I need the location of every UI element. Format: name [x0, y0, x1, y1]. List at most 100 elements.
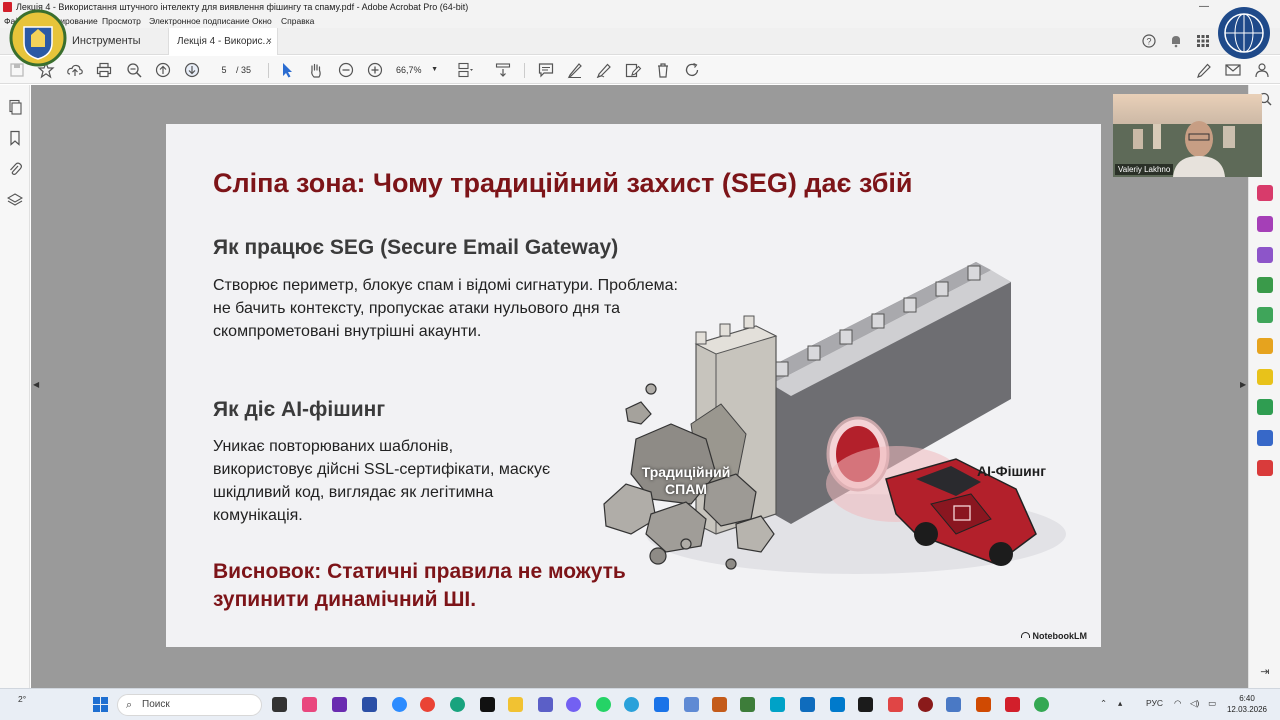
attachment-icon[interactable]: [7, 161, 23, 177]
user-share-icon[interactable]: [1253, 61, 1271, 79]
chrome-profile-icon[interactable]: [1034, 697, 1049, 712]
tabs-row: Инструменты Лекція 4 - Викорис... × ?: [0, 28, 1280, 55]
app-dark-icon[interactable]: [480, 697, 495, 712]
expand-pane-icon[interactable]: ⇥: [1257, 665, 1273, 681]
highlight-pen-icon[interactable]: [566, 61, 584, 79]
taskbar-search-placeholder: Поиск: [142, 699, 170, 710]
bookmark-icon[interactable]: [7, 130, 23, 146]
page-down-icon[interactable]: [183, 61, 201, 79]
webcam-video: Valeriy Lakhno: [1113, 94, 1262, 177]
protect-shield-icon[interactable]: [1257, 430, 1273, 446]
taskbar-search-input[interactable]: ⌕ Поиск: [117, 694, 262, 716]
zoom-out-search-icon[interactable]: [125, 61, 143, 79]
academy-logo-icon: [1218, 7, 1270, 59]
app-teal-icon[interactable]: [770, 697, 785, 712]
scan-ocr-icon[interactable]: [1257, 399, 1273, 415]
bell-icon[interactable]: [1169, 34, 1183, 48]
app-darkred-icon[interactable]: [918, 697, 933, 712]
menu-bar: Файл Редактирование Просмотр Электронное…: [0, 15, 1280, 28]
menu-view[interactable]: Просмотр: [102, 16, 141, 26]
zoom-level-select[interactable]: 66,7% ▼: [396, 61, 442, 79]
menu-esign[interactable]: Электронное подписание: [149, 16, 249, 26]
tray-chevron-icon[interactable]: ⌃: [1100, 698, 1107, 709]
mail-icon[interactable]: [1224, 61, 1242, 79]
telegram-icon[interactable]: [624, 697, 639, 712]
layers-icon[interactable]: [6, 192, 24, 208]
app-grid-icon[interactable]: [684, 697, 699, 712]
copilot-icon[interactable]: [302, 697, 317, 712]
system-clock[interactable]: 6:40 12.03.2026: [1224, 693, 1270, 715]
university-emblem-icon: [9, 9, 67, 67]
comment-tool-icon[interactable]: [1257, 369, 1273, 385]
delete-trash-icon[interactable]: [654, 61, 672, 79]
app-window-icon[interactable]: [946, 697, 961, 712]
redact-icon[interactable]: [1257, 460, 1273, 476]
tab-document-label: Лекція 4 - Викорис...: [177, 36, 271, 47]
app-orange-icon[interactable]: [976, 697, 991, 712]
chevron-down-icon: ▼: [431, 66, 438, 73]
volume-icon[interactable]: ◁): [1190, 698, 1199, 709]
zoom-in-icon[interactable]: [366, 61, 384, 79]
tab-tools[interactable]: Инструменты: [62, 28, 162, 55]
help-icon[interactable]: ?: [1142, 34, 1156, 48]
app-obsidian-icon[interactable]: [332, 697, 347, 712]
viber-icon[interactable]: [566, 697, 581, 712]
acrobat-taskbar-icon[interactable]: [1005, 697, 1020, 712]
vscode-icon[interactable]: [830, 697, 845, 712]
app-red-icon[interactable]: [888, 697, 903, 712]
print-icon[interactable]: [95, 61, 113, 79]
menu-help[interactable]: Справка: [281, 16, 314, 26]
edit-pdf-icon[interactable]: [624, 61, 642, 79]
collapse-left-pane-icon[interactable]: ◀: [33, 380, 39, 389]
organize-pages-icon[interactable]: [1257, 185, 1273, 201]
rotate-icon[interactable]: [683, 61, 701, 79]
draw-pen-icon[interactable]: [595, 61, 613, 79]
battery-icon[interactable]: ▭: [1208, 698, 1216, 709]
page-up-icon[interactable]: [154, 61, 172, 79]
chatgpt-icon[interactable]: [450, 697, 465, 712]
tab-close-icon[interactable]: ×: [266, 28, 272, 55]
collapse-right-pane-icon[interactable]: ▶: [1240, 380, 1246, 389]
section-seg-heading: Як працює SEG (Secure Email Gateway): [213, 236, 619, 259]
export-pdf-icon[interactable]: [1257, 277, 1273, 293]
tab-document[interactable]: Лекція 4 - Викорис... ×: [168, 28, 278, 55]
calculator-icon[interactable]: [740, 697, 755, 712]
page-number-field[interactable]: 5 / 35: [208, 61, 266, 79]
window-title: Лекція 4 - Використання штучного інтелек…: [16, 2, 469, 12]
zoom-app-icon[interactable]: [392, 697, 407, 712]
spam-label-line1: Традиційний: [641, 464, 731, 480]
file-explorer-icon[interactable]: [508, 697, 523, 712]
comment-icon[interactable]: [537, 61, 555, 79]
slide-title: Сліпа зона: Чому традиційний захист (SEG…: [213, 168, 913, 198]
wifi-icon[interactable]: ◠: [1174, 698, 1181, 709]
toolbar-separator: [268, 63, 269, 78]
select-cursor-icon[interactable]: [278, 61, 296, 79]
page-thumbnails-icon[interactable]: [7, 99, 23, 115]
scroll-mode-icon[interactable]: [494, 61, 512, 79]
app-blue-icon[interactable]: [654, 697, 669, 712]
combine-files-icon[interactable]: [1257, 338, 1273, 354]
fill-sign-icon[interactable]: [1257, 216, 1273, 232]
matlab-icon[interactable]: [712, 697, 727, 712]
whatsapp-icon[interactable]: [596, 697, 611, 712]
zoom-out-icon[interactable]: [337, 61, 355, 79]
sign-pen-icon[interactable]: [1195, 61, 1213, 79]
chrome-icon[interactable]: [420, 697, 435, 712]
terminal-icon[interactable]: [858, 697, 873, 712]
section-ai-phishing-text: Уникає повторюваних шаблонів, використов…: [213, 438, 551, 524]
start-windows-icon[interactable]: [93, 697, 108, 712]
task-view-icon[interactable]: [272, 697, 287, 712]
create-pdf-icon[interactable]: [1257, 307, 1273, 323]
app-save-icon[interactable]: [362, 697, 377, 712]
teams-icon[interactable]: [538, 697, 553, 712]
page-current[interactable]: 5: [216, 61, 232, 79]
hand-tool-icon[interactable]: [307, 61, 325, 79]
weather-widget[interactable]: 2°: [18, 694, 26, 704]
request-signatures-icon[interactable]: [1257, 247, 1273, 263]
outlook-icon[interactable]: [800, 697, 815, 712]
input-language[interactable]: РУС: [1146, 698, 1163, 708]
menu-window[interactable]: Окно: [252, 16, 272, 26]
page-view-icon[interactable]: [456, 61, 474, 79]
upload-cloud-icon[interactable]: [66, 61, 84, 79]
tray-network-icon[interactable]: ▴: [1118, 698, 1122, 709]
